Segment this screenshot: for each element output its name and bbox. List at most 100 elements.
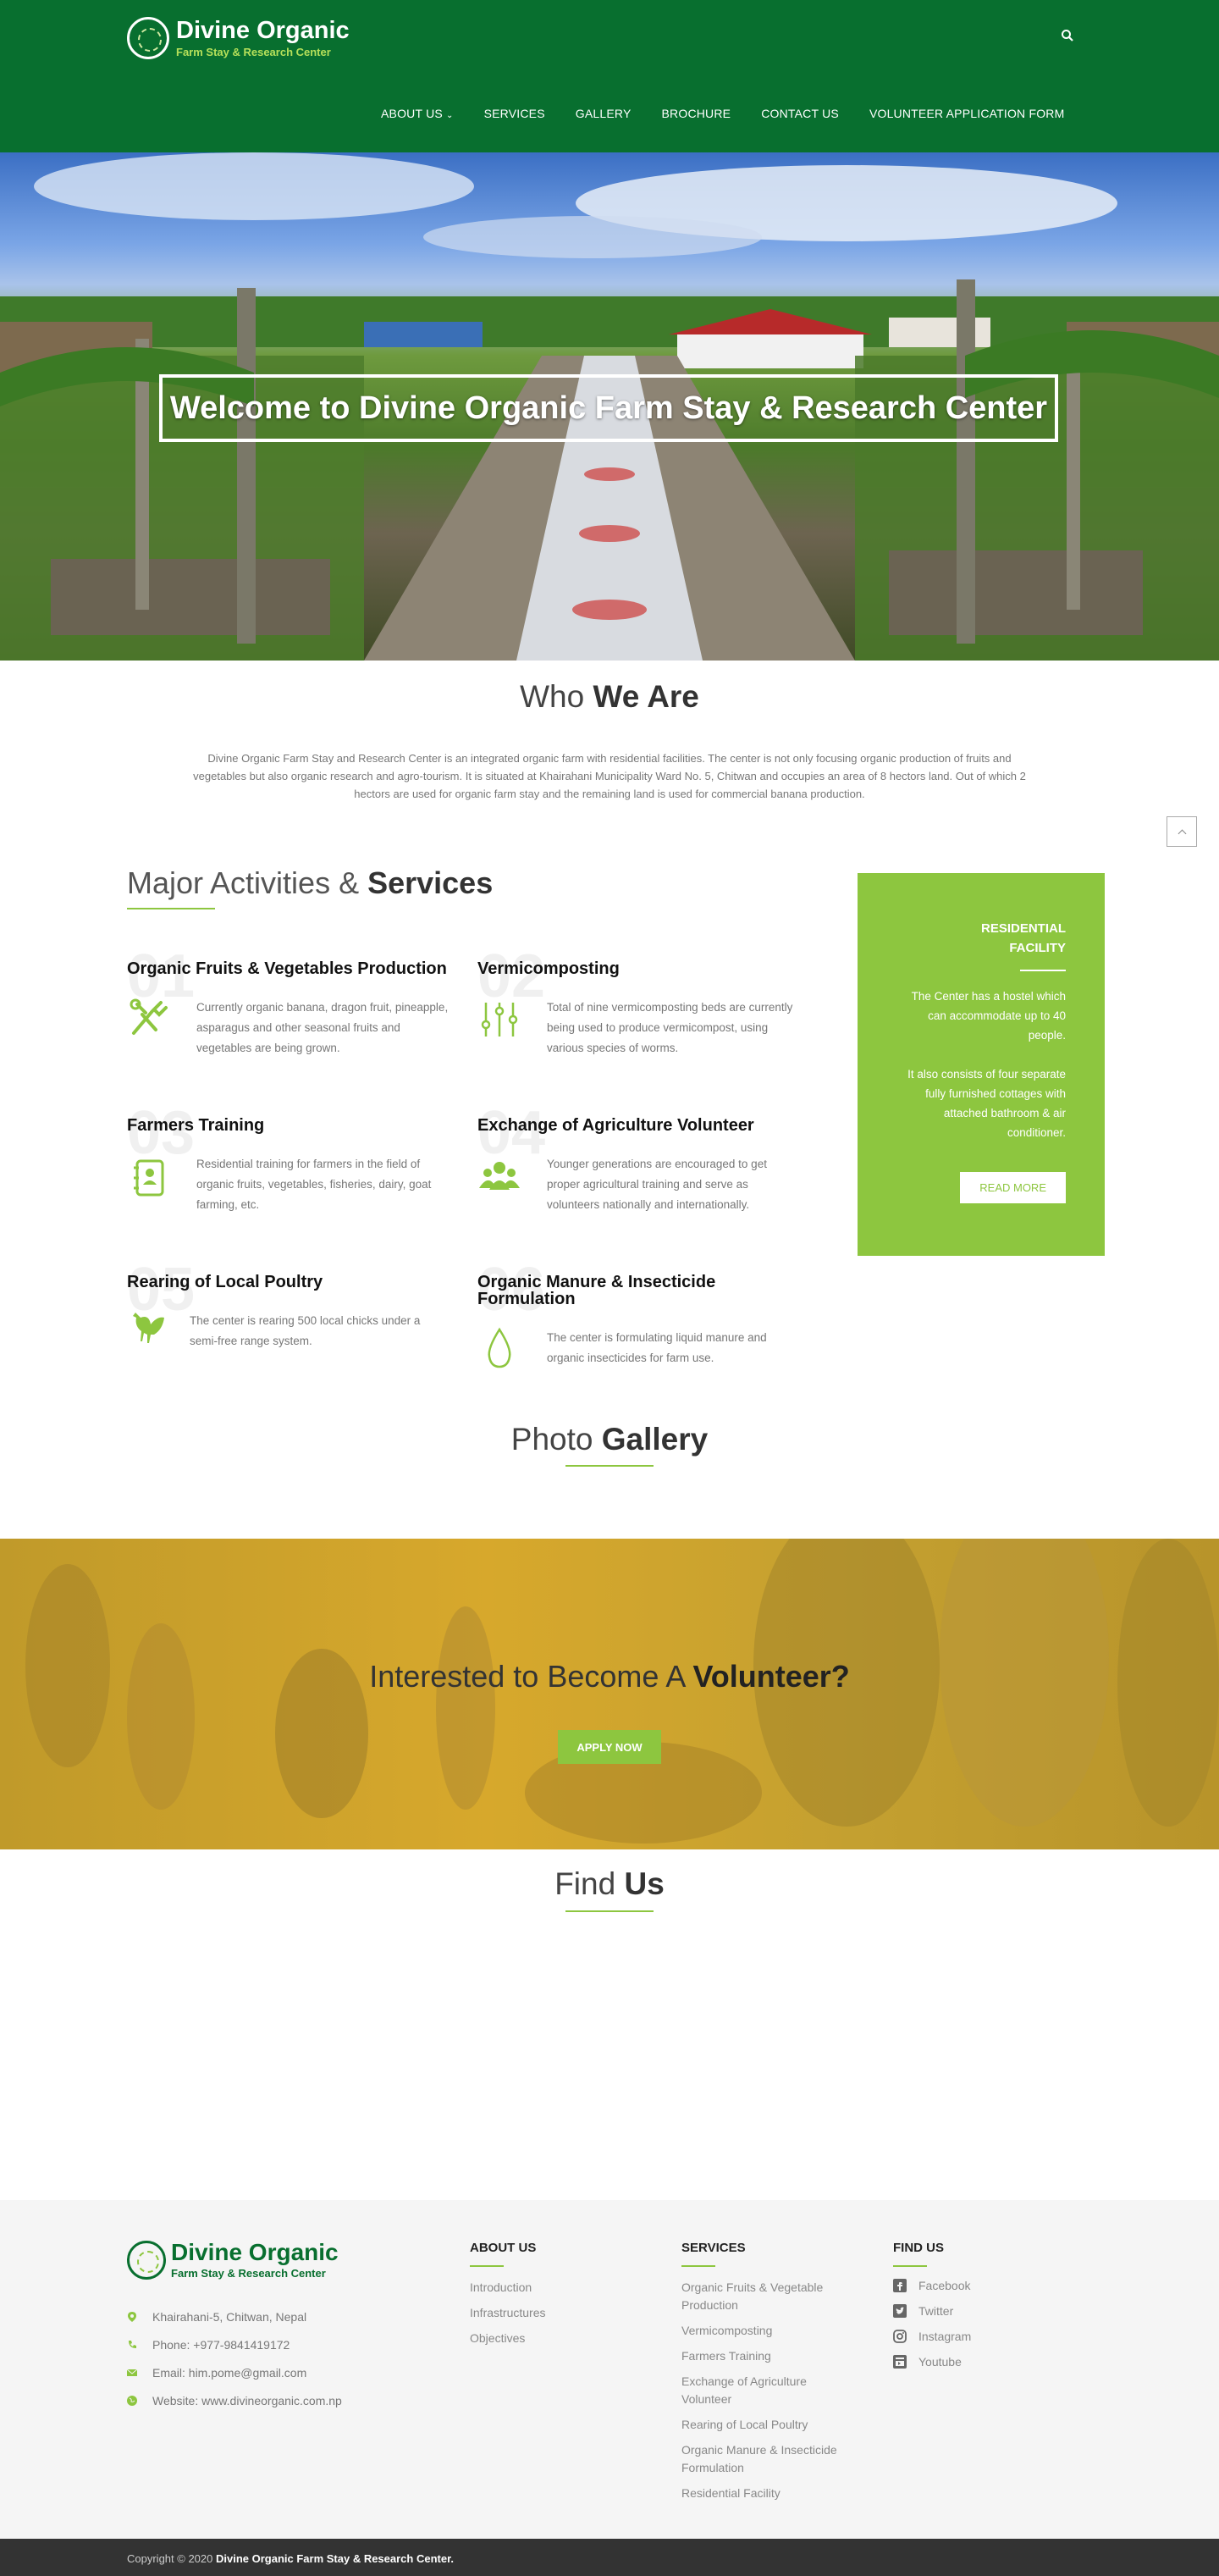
logo-subtitle: Farm Stay & Research Center [176, 46, 331, 58]
chevron-down-icon: ⌄ [446, 111, 454, 120]
globe-icon [127, 2396, 137, 2406]
footer-services-title: SERVICES [681, 2241, 746, 2255]
drop-icon [488, 1327, 511, 1368]
residential-facility-card: RESIDENTIAL FACILITY The Center has a ho… [858, 873, 1105, 1256]
map-marker-icon [128, 2312, 136, 2322]
nav-about-us[interactable]: ABOUT US ⌄ [381, 107, 454, 120]
site-logo[interactable]: Divine Organic Farm Stay & Research Cent… [127, 17, 350, 59]
footer-link-organic-fruits[interactable]: Organic Fruits & Vegetable Production [681, 2279, 859, 2314]
service-description: The center is rearing 500 local chicks u… [190, 1314, 421, 1347]
phone-icon [129, 2341, 136, 2348]
footer-find-title: FIND US [893, 2241, 944, 2255]
footer-link-poultry[interactable]: Rearing of Local Poultry [681, 2416, 859, 2434]
footer-link-objectives[interactable]: Objectives [470, 2330, 656, 2347]
footer-about-column: ABOUT US Introduction Infrastructures Ob… [470, 2241, 656, 2355]
find-us-heading-underline [565, 1910, 654, 1912]
volunteer-heading: Interested to Become A Volunteer? [369, 1659, 850, 1694]
read-more-button[interactable]: READ MORE [960, 1172, 1066, 1203]
residential-text-2: It also consists of four separate fully … [907, 1068, 1066, 1139]
service-description: The center is formulating liquid manure … [547, 1331, 767, 1364]
service-item: 01 Organic Fruits & Vegetables Productio… [127, 943, 449, 1054]
footer-link-residential[interactable]: Residential Facility [681, 2485, 859, 2502]
contact-address: Khairahani-5, Chitwan, Nepal [127, 2310, 306, 2324]
service-title[interactable]: Exchange of Agriculture Volunteer [477, 1117, 799, 1134]
footer-services-column: SERVICES Organic Fruits & Vegetable Prod… [681, 2241, 859, 2510]
hero-banner: Welcome to Divine Organic Farm Stay & Re… [0, 152, 1219, 661]
service-title[interactable]: Rearing of Local Poultry [127, 1274, 449, 1291]
who-we-are-heading: Who We Are [520, 679, 699, 714]
instagram-link[interactable]: Instagram [893, 2330, 1062, 2343]
footer-logo-emblem-icon [127, 2241, 166, 2280]
service-item: 05 Rearing of Local Poultry The center i… [127, 1256, 449, 1347]
nav-volunteer-form[interactable]: VOLUNTEER APPLICATION FORM [869, 107, 1065, 120]
footer-logo-title: Divine Organic [171, 2239, 339, 2265]
service-item: 06 Organic Manure & Insecticide Formulat… [477, 1256, 799, 1368]
chicken-icon [133, 1313, 164, 1343]
twitter-icon [893, 2304, 907, 2318]
footer-link-vermicomposting[interactable]: Vermicomposting [681, 2322, 859, 2340]
footer-about-title: ABOUT US [470, 2241, 537, 2255]
photo-gallery-heading: Photo Gallery [510, 1422, 709, 1457]
youtube-link[interactable]: Youtube [893, 2355, 1062, 2369]
service-title[interactable]: Vermicomposting [477, 960, 799, 977]
service-item: 04 Exchange of Agriculture Volunteer You… [477, 1099, 799, 1211]
footer-link-manure[interactable]: Organic Manure & Insecticide Formulation [681, 2441, 859, 2477]
contact-book-icon [134, 1159, 164, 1197]
service-title[interactable]: Organic Fruits & Vegetables Production [127, 960, 449, 977]
service-title[interactable]: Organic Manure & Insecticide Formulation [477, 1274, 740, 1307]
site-header: Divine Organic Farm Stay & Research Cent… [0, 0, 1219, 152]
copyright-text: Copyright © 2020 [127, 2552, 213, 2565]
sliders-icon [481, 1003, 518, 1036]
nav-services[interactable]: SERVICES [484, 107, 545, 120]
footer-link-farmers-training[interactable]: Farmers Training [681, 2347, 859, 2365]
contact-phone: Phone: +977-9841419172 [127, 2338, 290, 2352]
footer-link-volunteer-exchange[interactable]: Exchange of Agriculture Volunteer [681, 2373, 859, 2408]
who-we-are-text: Divine Organic Farm Stay and Research Ce… [193, 752, 1026, 800]
envelope-icon [127, 2369, 137, 2376]
gallery-heading-underline [565, 1465, 654, 1467]
footer-link-introduction[interactable]: Introduction [470, 2279, 656, 2297]
contact-website[interactable]: Website: www.divineorganic.com.np [127, 2394, 342, 2407]
twitter-link[interactable]: Twitter [893, 2304, 1062, 2318]
service-description: Currently organic banana, dragon fruit, … [196, 1001, 449, 1054]
activities-heading-underline [127, 908, 215, 909]
residential-text-1: The Center has a hostel which can accomm… [911, 990, 1066, 1042]
activities-heading: Major Activities & Services [127, 865, 494, 900]
volunteer-banner: Interested to Become A Volunteer? APPLY … [0, 1539, 1219, 1849]
tools-icon [130, 998, 168, 1035]
contact-email[interactable]: Email: him.pome@gmail.com [127, 2366, 306, 2380]
service-description: Residential training for farmers in the … [196, 1158, 432, 1211]
logo-title: Divine Organic [176, 17, 350, 44]
hero-title: Welcome to Divine Organic Farm Stay & Re… [159, 374, 1058, 442]
service-description: Total of nine vermicomposting beds are c… [547, 1001, 793, 1054]
service-title[interactable]: Farmers Training [127, 1117, 449, 1134]
footer-find-column: FIND US Facebook Twitter Instagram Youtu… [893, 2241, 1062, 2380]
footer-about-underline [470, 2265, 504, 2267]
find-us-heading: Find Us [554, 1866, 665, 1901]
footer-services-underline [681, 2265, 715, 2267]
footer-link-infrastructures[interactable]: Infrastructures [470, 2304, 656, 2322]
apply-now-button[interactable]: APPLY NOW [558, 1730, 661, 1764]
footer-logo-subtitle: Farm Stay & Research Center [171, 2267, 326, 2280]
nav-gallery[interactable]: GALLERY [576, 107, 632, 120]
residential-title: RESIDENTIAL FACILITY [980, 921, 1066, 955]
search-icon[interactable] [1061, 29, 1074, 42]
residential-divider [1020, 970, 1066, 971]
nav-brochure[interactable]: BROCHURE [662, 107, 731, 120]
copyright-bar: Copyright © 2020 Divine Organic Farm Sta… [0, 2539, 1219, 2576]
footer-find-underline [893, 2265, 927, 2267]
service-description: Younger generations are encouraged to ge… [547, 1158, 767, 1211]
site-footer: Divine Organic Farm Stay & Research Cent… [0, 2200, 1219, 2539]
youtube-icon [893, 2355, 907, 2369]
facebook-link[interactable]: Facebook [893, 2279, 1062, 2292]
footer-logo[interactable]: Divine Organic Farm Stay & Research Cent… [127, 2241, 339, 2280]
people-icon [479, 1162, 520, 1190]
nav-contact-us[interactable]: CONTACT US [761, 107, 839, 120]
instagram-icon [893, 2330, 907, 2343]
logo-emblem-icon [127, 17, 169, 59]
service-item: 02 Vermicomposting Total of nine vermico… [477, 943, 799, 1054]
facebook-icon [893, 2279, 907, 2292]
copyright-owner: Divine Organic Farm Stay & Research Cent… [215, 2552, 455, 2565]
main-nav: ABOUT US ⌄ SERVICES GALLERY BROCHURE CON… [381, 107, 1095, 120]
scroll-to-top-button[interactable] [1167, 816, 1197, 847]
